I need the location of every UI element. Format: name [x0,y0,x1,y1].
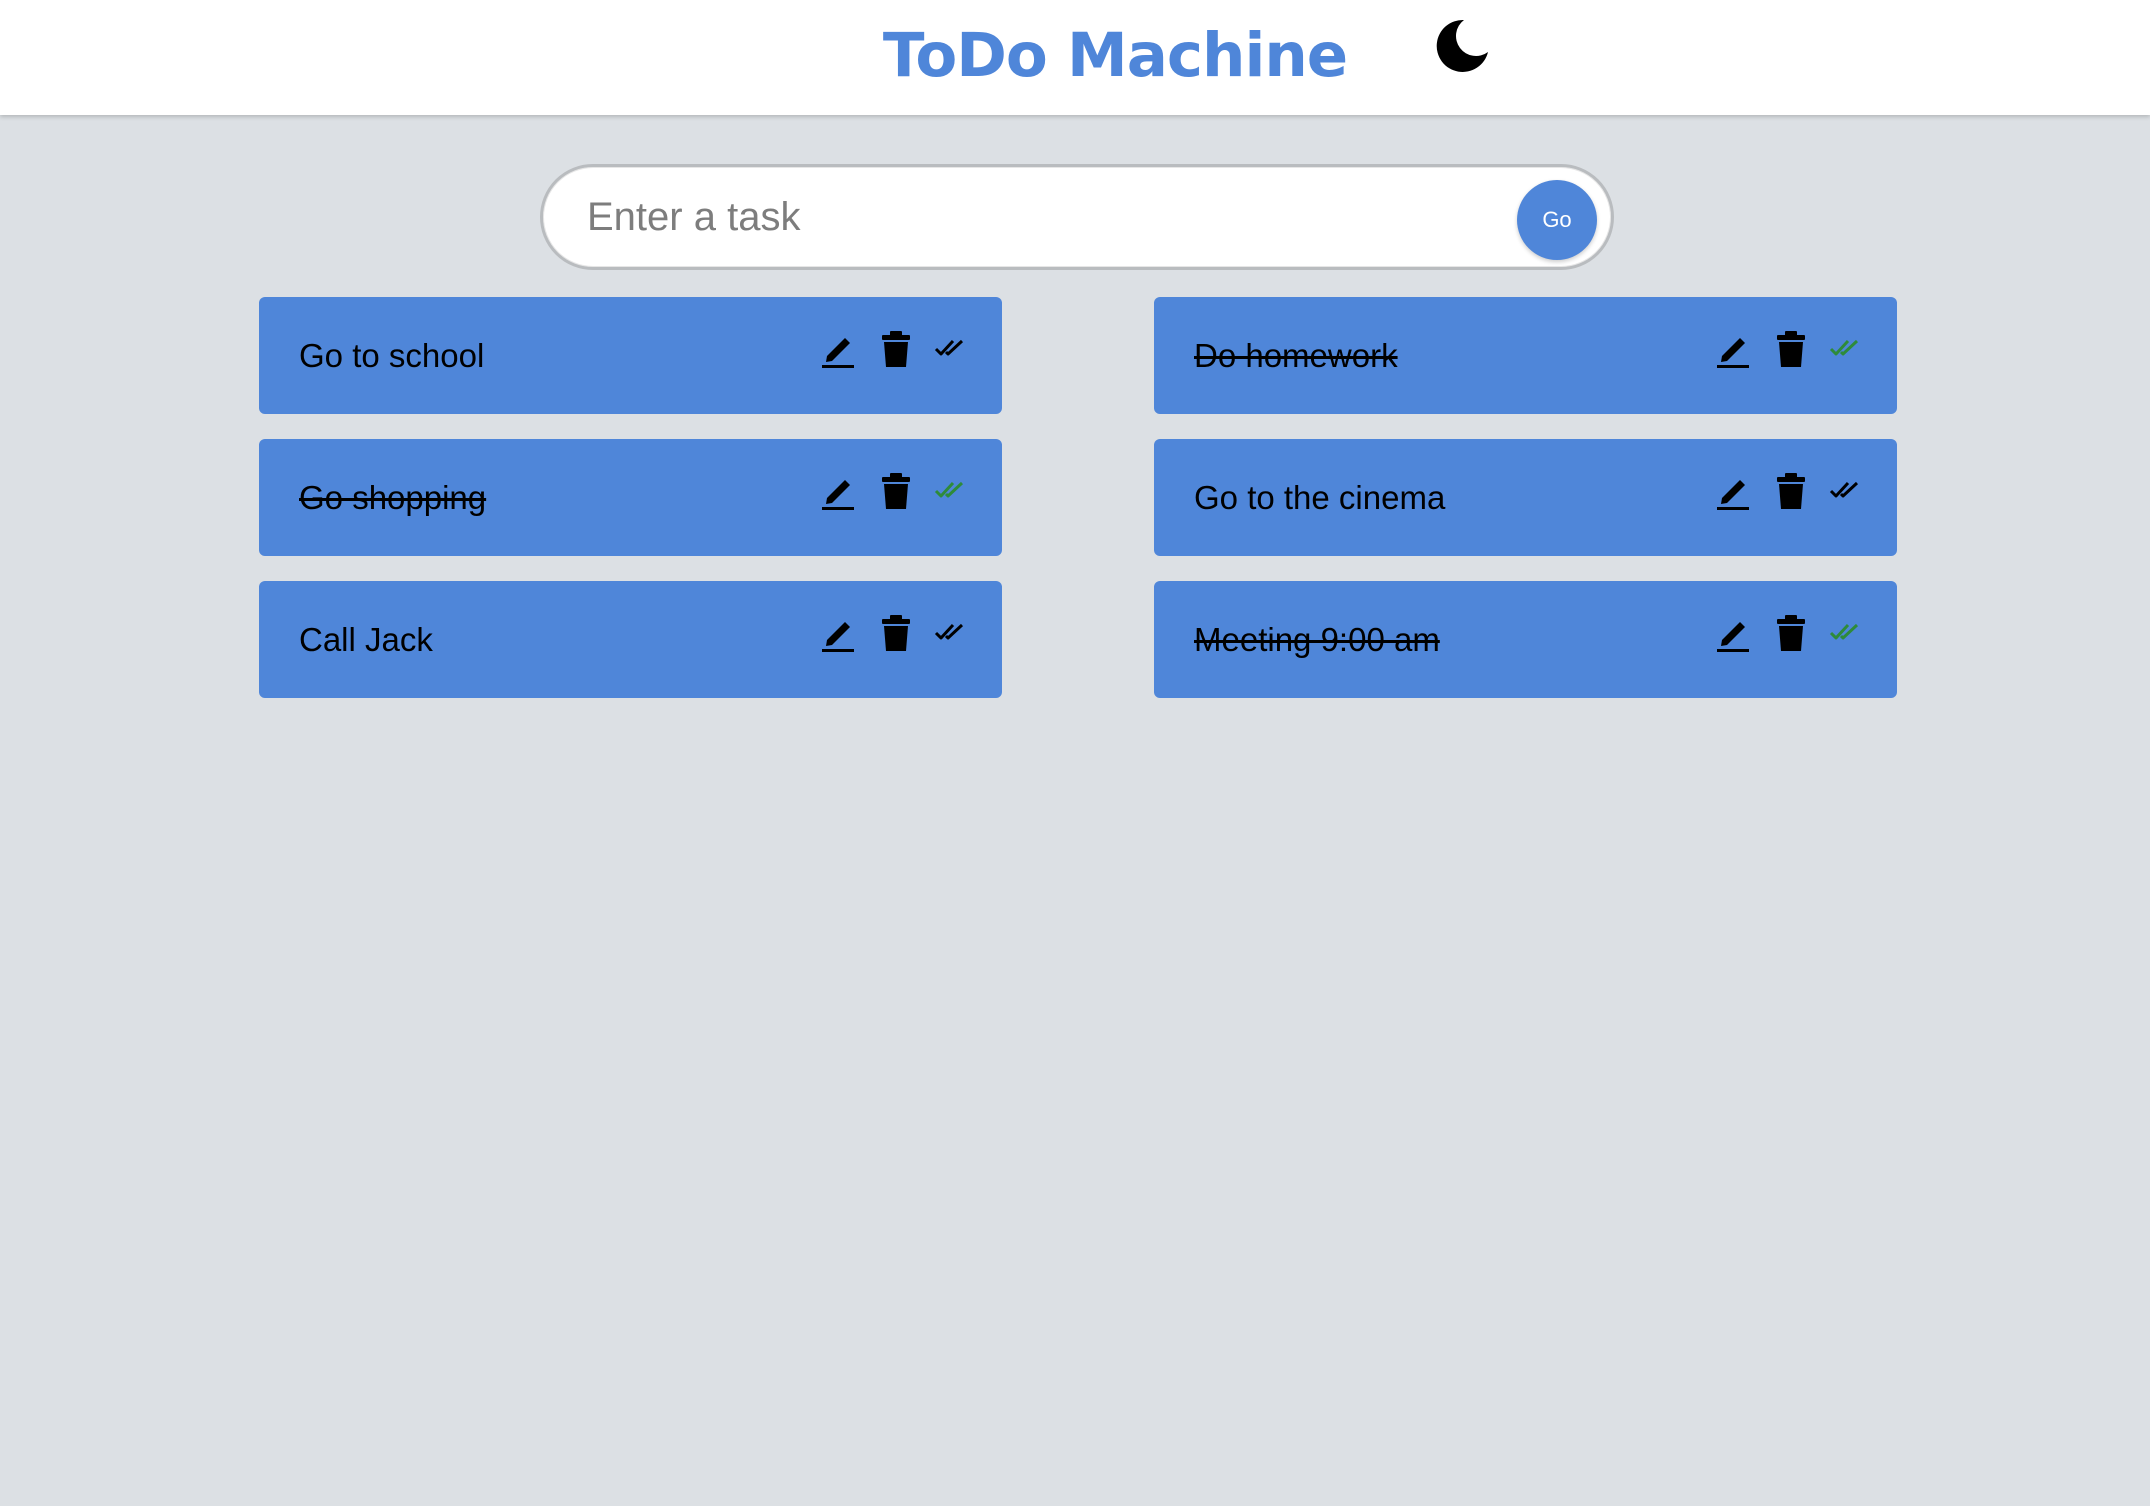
task-card: Do homework [1154,297,1897,414]
task-card: Meeting 9:00 am [1154,581,1897,698]
app-title: ToDo Machine [882,20,1348,91]
pencil-icon[interactable] [819,329,859,369]
trash-icon[interactable] [1771,471,1811,511]
trash-icon[interactable] [1771,329,1811,369]
pencil-icon[interactable] [1714,613,1754,653]
task-card: Call Jack [259,581,1002,698]
pencil-icon[interactable] [819,613,859,653]
trash-icon[interactable] [1771,613,1811,653]
double-check-icon[interactable] [1829,475,1861,507]
moon-icon[interactable] [1434,18,1490,74]
pencil-icon[interactable] [819,471,859,511]
task-text: Go to the cinema [1194,479,1446,516]
double-check-icon[interactable] [1829,333,1861,365]
double-check-icon[interactable] [934,617,966,649]
trash-icon[interactable] [876,329,916,369]
pencil-icon[interactable] [1714,329,1754,369]
task-form: Go [540,164,1614,270]
double-check-icon[interactable] [1829,617,1861,649]
task-text: Meeting 9:00 am [1194,621,1440,658]
trash-icon[interactable] [876,613,916,653]
task-text: Call Jack [299,621,433,658]
task-text: Do homework [1194,337,1398,374]
app-header: ToDo Machine [0,0,2150,115]
task-text: Go shopping [299,479,487,516]
task-text: Go to school [299,337,485,374]
double-check-icon[interactable] [934,475,966,507]
go-button[interactable]: Go [1517,180,1597,260]
task-card: Go shopping [259,439,1002,556]
pencil-icon[interactable] [1714,471,1754,511]
task-card: Go to school [259,297,1002,414]
double-check-icon[interactable] [934,333,966,365]
task-input[interactable] [587,185,1507,249]
trash-icon[interactable] [876,471,916,511]
task-card: Go to the cinema [1154,439,1897,556]
